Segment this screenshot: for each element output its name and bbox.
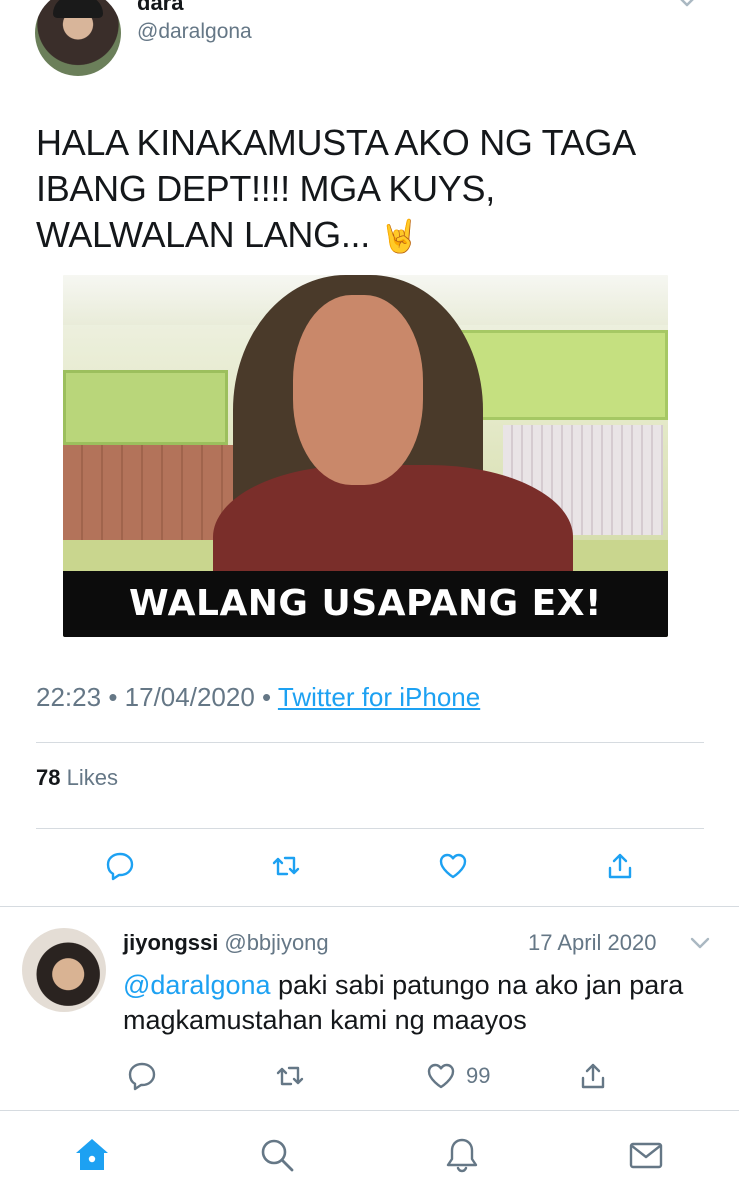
retweet-button[interactable] <box>266 846 306 886</box>
likes-count: 78 <box>36 765 61 790</box>
reply-text: @daralgona paki sabi patungo na ako jan … <box>123 968 713 1038</box>
reply-mention-link[interactable]: @daralgona <box>123 970 271 1000</box>
horns-emoji: 🤘 <box>379 218 420 254</box>
chevron-down-icon[interactable] <box>676 0 698 8</box>
media-caption: WALANG USAPANG EX! <box>129 583 602 624</box>
reply-author-name[interactable]: jiyongssi @bbjiyong <box>123 930 329 956</box>
tweet-meta: 22:23 • 17/04/2020 • Twitter for iPhone <box>36 682 480 713</box>
share-icon <box>608 853 632 879</box>
tweet-time: 22:23 <box>36 682 102 712</box>
reply-author-avatar[interactable] <box>22 928 106 1012</box>
reply-author-handle: @bbjiyong <box>224 930 329 955</box>
likes-label: Likes <box>66 765 118 790</box>
nav-search[interactable] <box>257 1135 297 1175</box>
author-avatar[interactable] <box>35 0 121 76</box>
nav-home[interactable] <box>72 1135 112 1175</box>
source-link[interactable]: Twitter for iPhone <box>278 682 480 712</box>
tweet-text: HALA KINAKAMUSTA AKO NG TAGA IBANG DEPT!… <box>36 120 696 259</box>
share-button[interactable] <box>600 846 640 886</box>
reply-like-count: 99 <box>466 1063 491 1088</box>
meta-separator: • <box>262 682 272 712</box>
share-icon <box>581 1063 605 1089</box>
tweet-media-image[interactable]: WALANG USAPANG EX! <box>63 275 668 637</box>
reply-date: 17 April 2020 <box>528 930 657 955</box>
reply-reply-button[interactable] <box>122 1056 162 1096</box>
divider <box>0 906 739 907</box>
nav-messages[interactable] <box>626 1135 666 1175</box>
tweet-date: 17/04/2020 <box>124 682 255 712</box>
notifications-icon <box>446 1138 478 1173</box>
likes-stat[interactable]: 78 Likes <box>36 765 118 791</box>
reply-like-button[interactable] <box>421 1056 461 1096</box>
retweet-icon <box>272 856 300 876</box>
reply-icon <box>106 852 134 881</box>
reply-retweet-button[interactable] <box>270 1056 310 1096</box>
divider <box>36 742 704 743</box>
tweet-body: HALA KINAKAMUSTA AKO NG TAGA IBANG DEPT!… <box>36 122 634 255</box>
reply-share-button[interactable] <box>573 1056 613 1096</box>
home-icon <box>76 1139 108 1170</box>
messages-icon <box>629 1142 663 1169</box>
divider <box>36 828 704 829</box>
reply-button[interactable] <box>100 846 140 886</box>
chevron-down-icon[interactable] <box>690 936 710 950</box>
reply-icon <box>128 1062 156 1091</box>
retweet-icon <box>276 1066 304 1086</box>
like-icon <box>427 1063 455 1089</box>
like-icon <box>439 853 467 879</box>
search-icon <box>261 1139 294 1172</box>
like-button[interactable] <box>433 846 473 886</box>
nav-notifications[interactable] <box>442 1135 482 1175</box>
reply-author-display-name: jiyongssi <box>123 930 219 955</box>
meta-separator: • <box>108 682 118 712</box>
author-handle[interactable]: @daralgona <box>137 20 252 44</box>
author-name[interactable]: dara <box>137 0 183 16</box>
